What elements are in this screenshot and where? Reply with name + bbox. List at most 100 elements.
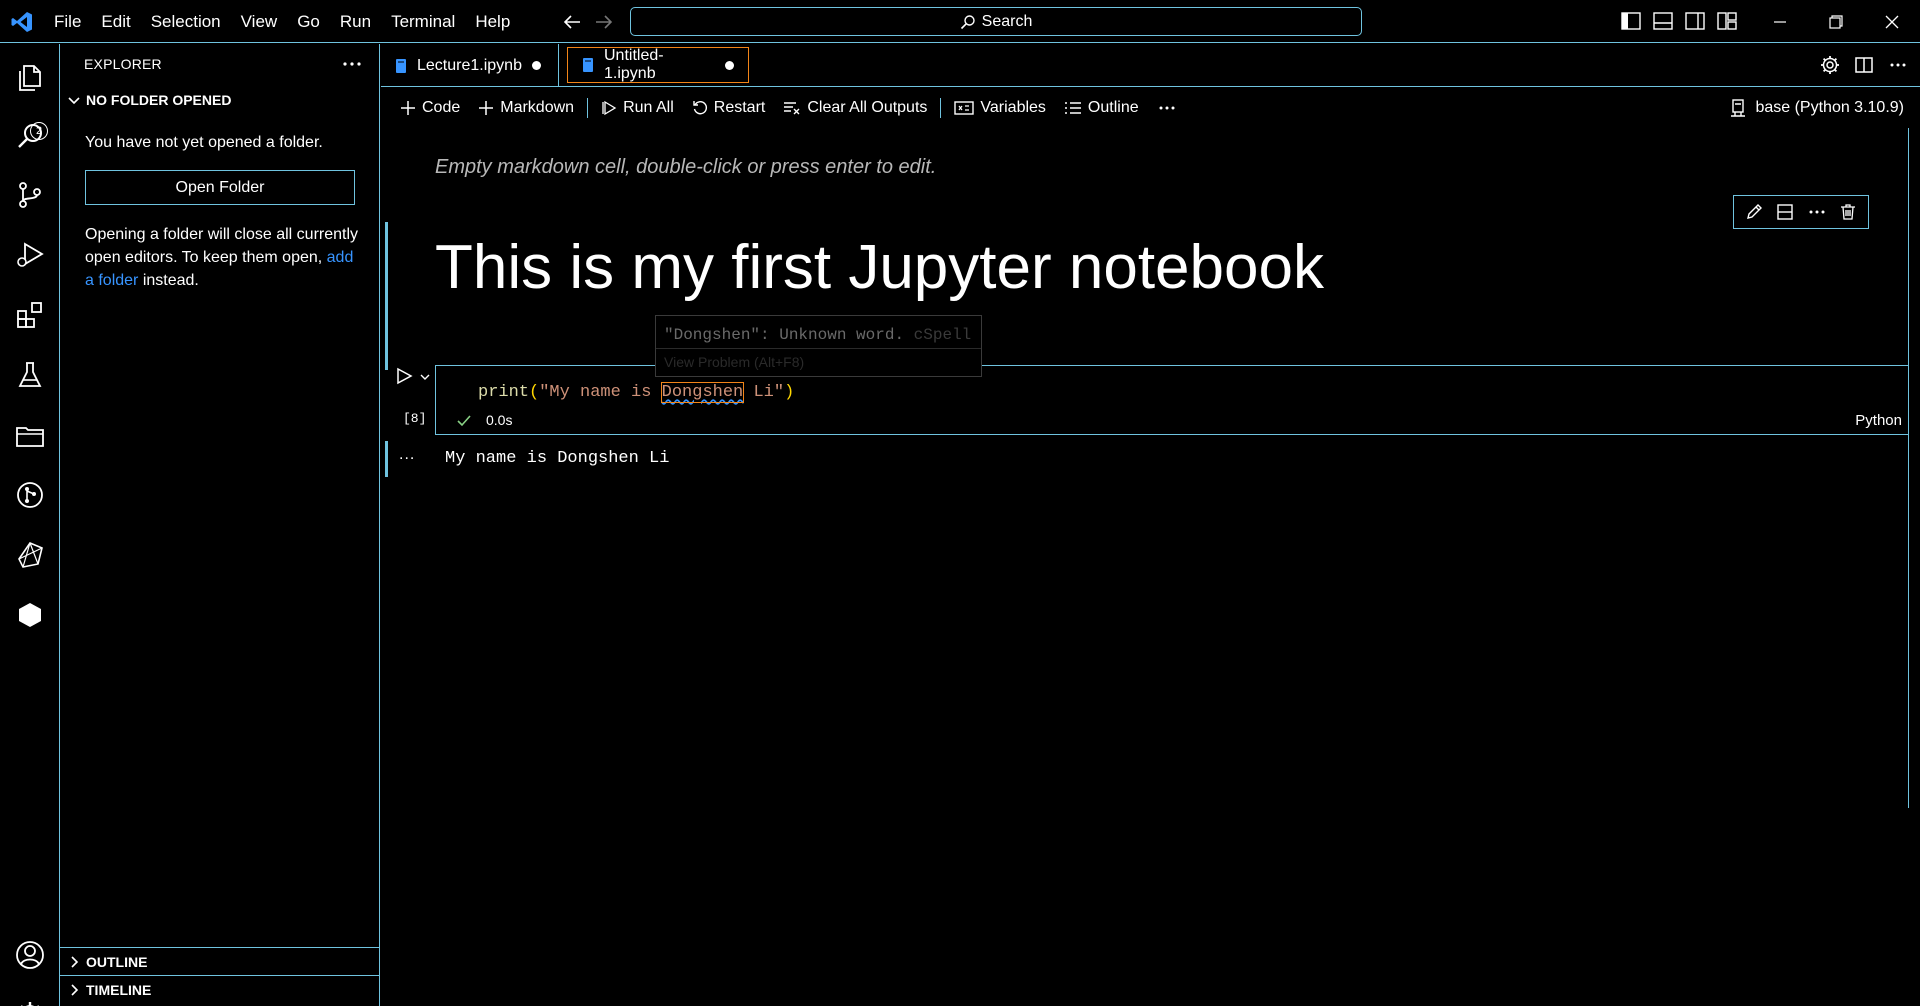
cell-output: My name is Dongshen Li xyxy=(445,449,670,468)
section-title-label: NO FOLDER OPENED xyxy=(86,92,232,108)
back-arrow-icon[interactable] xyxy=(560,10,584,34)
testing-flask-icon[interactable] xyxy=(12,357,48,393)
source-control-icon[interactable] xyxy=(12,177,48,213)
cell-action-toolbar xyxy=(1733,195,1869,229)
spell-check-hover: "Dongshen": Unknown word. cSpell View Pr… xyxy=(655,315,982,377)
notebook-file-icon xyxy=(582,57,594,73)
manage-gear-icon[interactable] xyxy=(12,997,48,1006)
notebook-editor: Lecture1.ipynb Untitled-1.ipynb Code Mar… xyxy=(381,44,1920,1006)
kubernetes-icon[interactable] xyxy=(12,537,48,573)
code-string-end: Li" xyxy=(743,383,785,402)
toggle-primary-sidebar-icon[interactable] xyxy=(1620,10,1642,32)
activity-bar: 2 xyxy=(0,44,60,1006)
variables-button[interactable]: Variables xyxy=(945,93,1055,123)
explorer-sidebar: EXPLORER NO FOLDER OPENED You have not y… xyxy=(60,44,380,1006)
vertical-scrollbar[interactable] xyxy=(1908,128,1920,808)
outline-label: OUTLINE xyxy=(86,953,148,970)
add-code-cell-button[interactable]: Code xyxy=(391,93,469,123)
notebook-file-icon xyxy=(395,58,407,74)
empty-folder-message: You have not yet opened a folder. xyxy=(85,134,323,151)
code-paren-open: ( xyxy=(529,383,540,402)
variables-label: Variables xyxy=(980,99,1046,116)
unsaved-dot-icon[interactable] xyxy=(531,61,541,70)
menu-edit[interactable]: Edit xyxy=(91,7,140,37)
clear-all-icon xyxy=(783,100,801,116)
timeline-label: TIMELINE xyxy=(86,981,152,998)
view-problem-link[interactable]: View Problem (Alt+F8) xyxy=(664,354,804,370)
forward-arrow-icon[interactable] xyxy=(592,10,616,34)
outline-section-header[interactable]: OUTLINE xyxy=(60,947,379,975)
search-label: Search xyxy=(981,12,1033,30)
execution-time: 0.0s xyxy=(486,412,513,428)
sidebar-title: EXPLORER xyxy=(84,56,162,72)
tab-bar: Lecture1.ipynb Untitled-1.ipynb xyxy=(381,44,1920,87)
output-more-actions[interactable]: ... xyxy=(399,446,415,464)
add-markdown-label: Markdown xyxy=(500,99,575,116)
editor-actions xyxy=(1820,55,1908,75)
customize-layout-icon[interactable] xyxy=(1716,10,1738,32)
more-actions-icon[interactable] xyxy=(1806,201,1828,223)
split-cell-icon[interactable] xyxy=(1774,201,1796,223)
menu-run[interactable]: Run xyxy=(330,7,381,37)
outline-button[interactable]: Outline xyxy=(1055,93,1148,123)
plus-icon xyxy=(400,100,416,116)
edit-pencil-icon[interactable] xyxy=(1743,201,1765,223)
tab-untitled-1[interactable]: Untitled-1.ipynb xyxy=(567,47,749,83)
menu-go[interactable]: Go xyxy=(287,7,330,37)
toggle-panel-icon[interactable] xyxy=(1652,10,1674,32)
run-all-button[interactable]: Run All xyxy=(592,93,683,123)
open-folder-note: Opening a folder will close all currentl… xyxy=(85,223,365,292)
restart-icon xyxy=(692,100,708,116)
hover-message: "Dongshen": Unknown word. cSpell xyxy=(664,326,971,344)
menu-bar: File Edit Selection View Go Run Terminal… xyxy=(44,0,520,43)
search-icon xyxy=(960,14,976,30)
settings-gear-icon[interactable] xyxy=(1820,55,1840,75)
misspelled-word[interactable]: Dongshen xyxy=(660,382,745,403)
close-icon[interactable] xyxy=(1864,0,1920,43)
restart-button[interactable]: Restart xyxy=(683,93,775,123)
hexagon-extension-icon[interactable] xyxy=(12,597,48,633)
menu-file[interactable]: File xyxy=(44,7,91,37)
extensions-icon[interactable] xyxy=(12,297,48,333)
timeline-section-header[interactable]: TIMELINE xyxy=(60,975,379,1003)
explorer-files-icon[interactable] xyxy=(12,60,48,96)
split-editor-icon[interactable] xyxy=(1854,55,1874,75)
menu-help[interactable]: Help xyxy=(465,7,520,37)
accounts-icon[interactable] xyxy=(12,937,48,973)
tab-label: Untitled-1.ipynb xyxy=(604,47,664,82)
add-markdown-cell-button[interactable]: Markdown xyxy=(469,93,583,123)
toggle-secondary-sidebar-icon[interactable] xyxy=(1684,10,1706,32)
unsaved-dot-icon[interactable] xyxy=(725,60,734,70)
more-toolbar-actions[interactable] xyxy=(1148,93,1186,123)
menu-terminal[interactable]: Terminal xyxy=(381,7,465,37)
hover-message-text: "Dongshen": Unknown word. xyxy=(664,326,905,344)
remote-explorer-icon[interactable] xyxy=(12,417,48,453)
code-line[interactable]: print("My name is Dongshen Li") xyxy=(478,382,794,403)
no-folder-section-header[interactable]: NO FOLDER OPENED xyxy=(66,92,231,108)
tab-lecture1[interactable]: Lecture1.ipynb xyxy=(381,44,559,87)
add-code-label: Code xyxy=(422,99,461,116)
note-text-end: instead. xyxy=(142,272,199,289)
open-folder-button[interactable]: Open Folder xyxy=(85,170,355,205)
layout-controls xyxy=(1620,10,1738,32)
more-actions-icon xyxy=(1157,100,1177,116)
command-center-search[interactable]: Search xyxy=(630,7,1362,36)
menu-view[interactable]: View xyxy=(231,7,288,37)
clear-all-outputs-button[interactable]: Clear All Outputs xyxy=(774,93,936,123)
more-actions-icon[interactable] xyxy=(340,54,364,74)
menu-selection[interactable]: Selection xyxy=(141,7,231,37)
git-graph-icon[interactable] xyxy=(12,477,48,513)
minimize-icon[interactable] xyxy=(1752,0,1808,43)
search-icon[interactable] xyxy=(12,118,48,154)
restore-icon[interactable] xyxy=(1808,0,1864,43)
run-and-debug-icon[interactable] xyxy=(12,237,48,273)
delete-trash-icon[interactable] xyxy=(1837,201,1859,223)
cell-language-picker[interactable]: Python xyxy=(1855,412,1902,429)
more-actions-icon[interactable] xyxy=(1888,55,1908,75)
kernel-picker[interactable]: base (Python 3.10.9) xyxy=(1729,88,1904,128)
markdown-heading-cell[interactable]: This is my first Jupyter notebook xyxy=(435,232,1324,303)
run-cell-play-icon[interactable] xyxy=(395,367,413,385)
empty-markdown-cell[interactable]: Empty markdown cell, double-click or pre… xyxy=(435,156,936,179)
run-options-chevron-icon[interactable] xyxy=(419,371,431,383)
run-all-label: Run All xyxy=(623,99,674,116)
